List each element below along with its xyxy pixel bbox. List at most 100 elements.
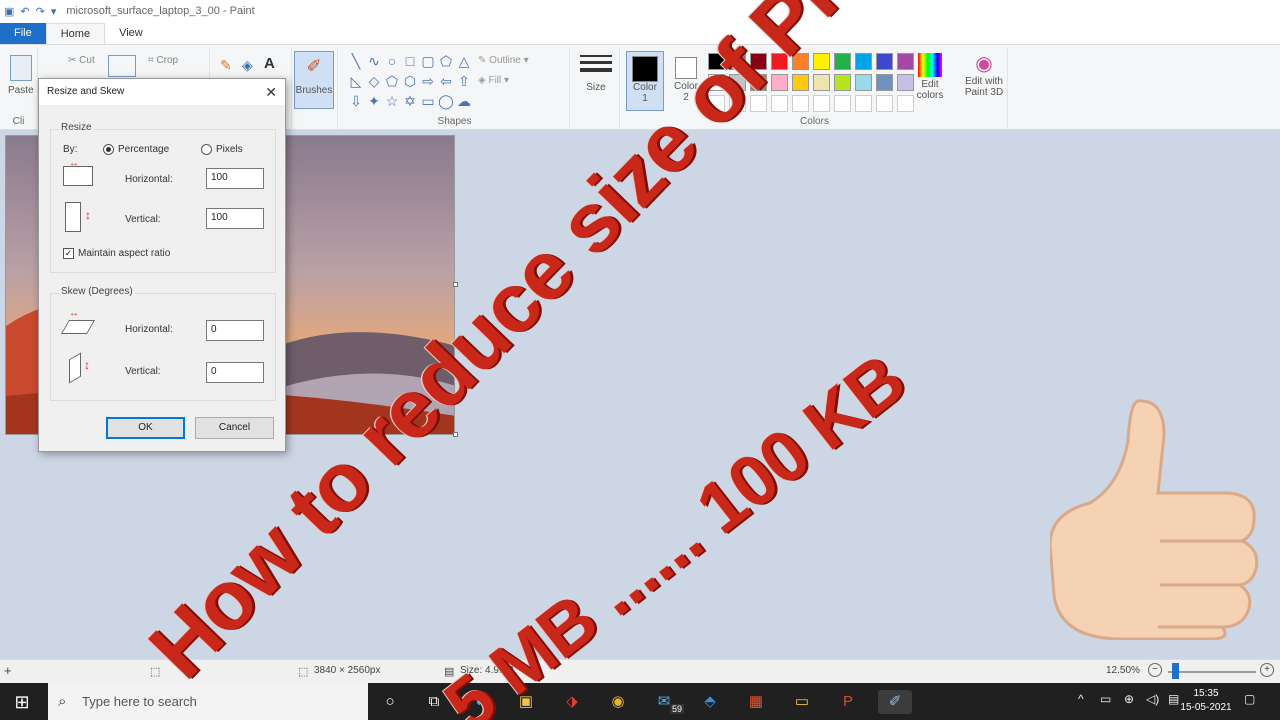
- line-shape-icon[interactable]: ╲: [348, 53, 364, 69]
- crop-button[interactable]: ⌗ Crop: [148, 55, 178, 66]
- customize-quick-access-icon[interactable]: ▾: [51, 5, 57, 18]
- color-swatch[interactable]: [834, 53, 851, 70]
- custom-color-swatch[interactable]: [834, 95, 851, 112]
- zoom-slider-track[interactable]: [1168, 671, 1256, 673]
- callout-oval-shape-icon[interactable]: ◯: [438, 93, 454, 109]
- diamond-shape-icon[interactable]: ◇: [366, 73, 382, 89]
- color-swatch[interactable]: [834, 74, 851, 91]
- four-point-star-icon[interactable]: ✦: [366, 93, 382, 109]
- redo-icon[interactable]: ↷: [36, 5, 45, 18]
- vertical-skew-arrow-icon: ↕: [84, 358, 90, 372]
- paste-button[interactable]: Paste: [8, 85, 34, 96]
- office-icon[interactable]: ▦: [744, 690, 768, 714]
- show-hidden-icons-icon[interactable]: ^: [1078, 692, 1084, 706]
- resize-handle-right[interactable]: [453, 282, 458, 287]
- title-bar: ▣ ↶ ↷ ▾ microsoft_surface_laptop_3_00 - …: [0, 0, 1280, 22]
- volume-icon[interactable]: ◁): [1146, 692, 1159, 706]
- color-swatch[interactable]: [876, 74, 893, 91]
- five-point-star-icon[interactable]: ☆: [384, 93, 400, 109]
- custom-color-swatch[interactable]: [855, 95, 872, 112]
- window-title: microsoft_surface_laptop_3_00 - Paint: [66, 5, 255, 17]
- resize-horizontal-input[interactable]: 100: [206, 168, 264, 189]
- custom-color-swatch[interactable]: [813, 95, 830, 112]
- six-point-star-icon[interactable]: ✡: [402, 93, 418, 109]
- save-icon[interactable]: ▣: [4, 5, 14, 18]
- skew-horizontal-label: Horizontal:: [125, 324, 173, 335]
- skew-horizontal-input[interactable]: 0: [206, 320, 264, 341]
- custom-color-swatch[interactable]: [792, 95, 809, 112]
- chrome-icon[interactable]: ◉: [606, 690, 630, 714]
- color-swatch[interactable]: [876, 53, 893, 70]
- mail-badge: 59: [670, 704, 685, 714]
- color-swatch[interactable]: [855, 53, 872, 70]
- acrobat-icon[interactable]: ⬗: [560, 690, 584, 714]
- shapes-group-label: Shapes: [437, 116, 472, 127]
- callout-rect-shape-icon[interactable]: ▭: [420, 93, 436, 109]
- cut-button[interactable]: ✂ Cut: [68, 55, 95, 66]
- battery-icon[interactable]: ▭: [1100, 692, 1111, 706]
- folder-icon[interactable]: ▭: [790, 690, 814, 714]
- color-swatch[interactable]: [855, 74, 872, 91]
- select-icon[interactable]: [108, 55, 136, 77]
- windows-start-icon[interactable]: ⊞: [10, 690, 34, 714]
- rounded-rect-shape-icon[interactable]: ▢: [420, 53, 436, 69]
- notifications-icon[interactable]: ▢: [1244, 692, 1255, 706]
- custom-color-swatch[interactable]: [876, 95, 893, 112]
- shapes-group: ╲ ∿ ○ □ ▢ ⬠ △ ◺ ◇ ⬠ ⬡ ⇨ ⇦ ⇧ ⇩ ✦ ☆ ✡ ▭ ◯ …: [340, 47, 570, 129]
- maintain-aspect-checkbox[interactable]: ✓: [63, 248, 74, 259]
- cloud-shape-icon[interactable]: ☁: [456, 93, 472, 109]
- brushes-button[interactable]: ✐ Brushes: [294, 51, 334, 109]
- vertical-resize-icon: [65, 202, 81, 232]
- fill-button[interactable]: ◈ Fill ▾: [478, 75, 509, 86]
- up-arrow-shape-icon[interactable]: ⇧: [456, 73, 472, 89]
- edit-colors-button[interactable]: Edit colors: [912, 51, 948, 101]
- pentagon-shape-icon[interactable]: ⬠: [384, 73, 400, 89]
- fill-bucket-icon[interactable]: ◈: [242, 57, 253, 74]
- right-triangle-shape-icon[interactable]: ◺: [348, 73, 364, 89]
- paste-icon[interactable]: [10, 55, 32, 81]
- cancel-button[interactable]: Cancel: [195, 417, 274, 439]
- tab-file[interactable]: File: [0, 23, 46, 44]
- resize-group-label: Resize: [59, 122, 94, 133]
- paint3d-group: ◉ Edit with Paint 3D: [965, 47, 1054, 129]
- search-icon: ⌕: [58, 693, 67, 710]
- vertical-skew-icon: [69, 352, 81, 384]
- text-tool-icon[interactable]: A: [264, 55, 275, 72]
- left-arrow-shape-icon[interactable]: ⇦: [438, 73, 454, 89]
- zoom-slider-thumb[interactable]: [1172, 663, 1179, 679]
- tab-home[interactable]: Home: [45, 23, 106, 44]
- triangle-shape-icon[interactable]: △: [456, 53, 472, 69]
- right-arrow-shape-icon[interactable]: ⇨: [420, 73, 436, 89]
- task-view-icon[interactable]: ○: [378, 690, 402, 714]
- tab-view[interactable]: View: [105, 23, 157, 44]
- rectangle-shape-icon[interactable]: □: [402, 53, 418, 69]
- size-button[interactable]: Size: [580, 53, 612, 93]
- pixels-radio[interactable]: [201, 144, 212, 155]
- polygon-shape-icon[interactable]: ⬠: [438, 53, 454, 69]
- clock-time: 15:35: [1193, 688, 1219, 699]
- resize-vertical-input[interactable]: 100: [206, 208, 264, 229]
- pencil-icon[interactable]: ✎: [220, 57, 232, 74]
- undo-icon[interactable]: ↶: [20, 5, 29, 18]
- skew-vertical-input[interactable]: 0: [206, 362, 264, 383]
- store-icon[interactable]: ⬘: [698, 690, 722, 714]
- powerpoint-icon[interactable]: P: [836, 690, 860, 714]
- percentage-radio[interactable]: [103, 144, 114, 155]
- cursor-position-icon: +: [4, 663, 12, 678]
- zoom-out-button[interactable]: −: [1148, 663, 1162, 677]
- oval-shape-icon[interactable]: ○: [384, 53, 400, 69]
- color-swatch[interactable]: [813, 74, 830, 91]
- clock[interactable]: 15:35 15-05-2021: [1176, 687, 1236, 715]
- edit-paint3d-button[interactable]: ◉ Edit with Paint 3D: [958, 51, 1010, 98]
- network-icon[interactable]: ⊕: [1124, 692, 1134, 706]
- down-arrow-shape-icon[interactable]: ⇩: [348, 93, 364, 109]
- ok-button[interactable]: OK: [106, 417, 185, 439]
- close-icon[interactable]: ✕: [265, 84, 277, 101]
- outline-button[interactable]: ✎ Outline ▾: [478, 55, 529, 66]
- paint-app-icon[interactable]: ✐: [878, 690, 912, 714]
- hexagon-shape-icon[interactable]: ⬡: [402, 73, 418, 89]
- curve-shape-icon[interactable]: ∿: [366, 53, 382, 69]
- zoom-in-button[interactable]: +: [1260, 663, 1274, 677]
- pixels-label: Pixels: [216, 144, 243, 155]
- zoom-level: 12.50%: [1106, 665, 1140, 676]
